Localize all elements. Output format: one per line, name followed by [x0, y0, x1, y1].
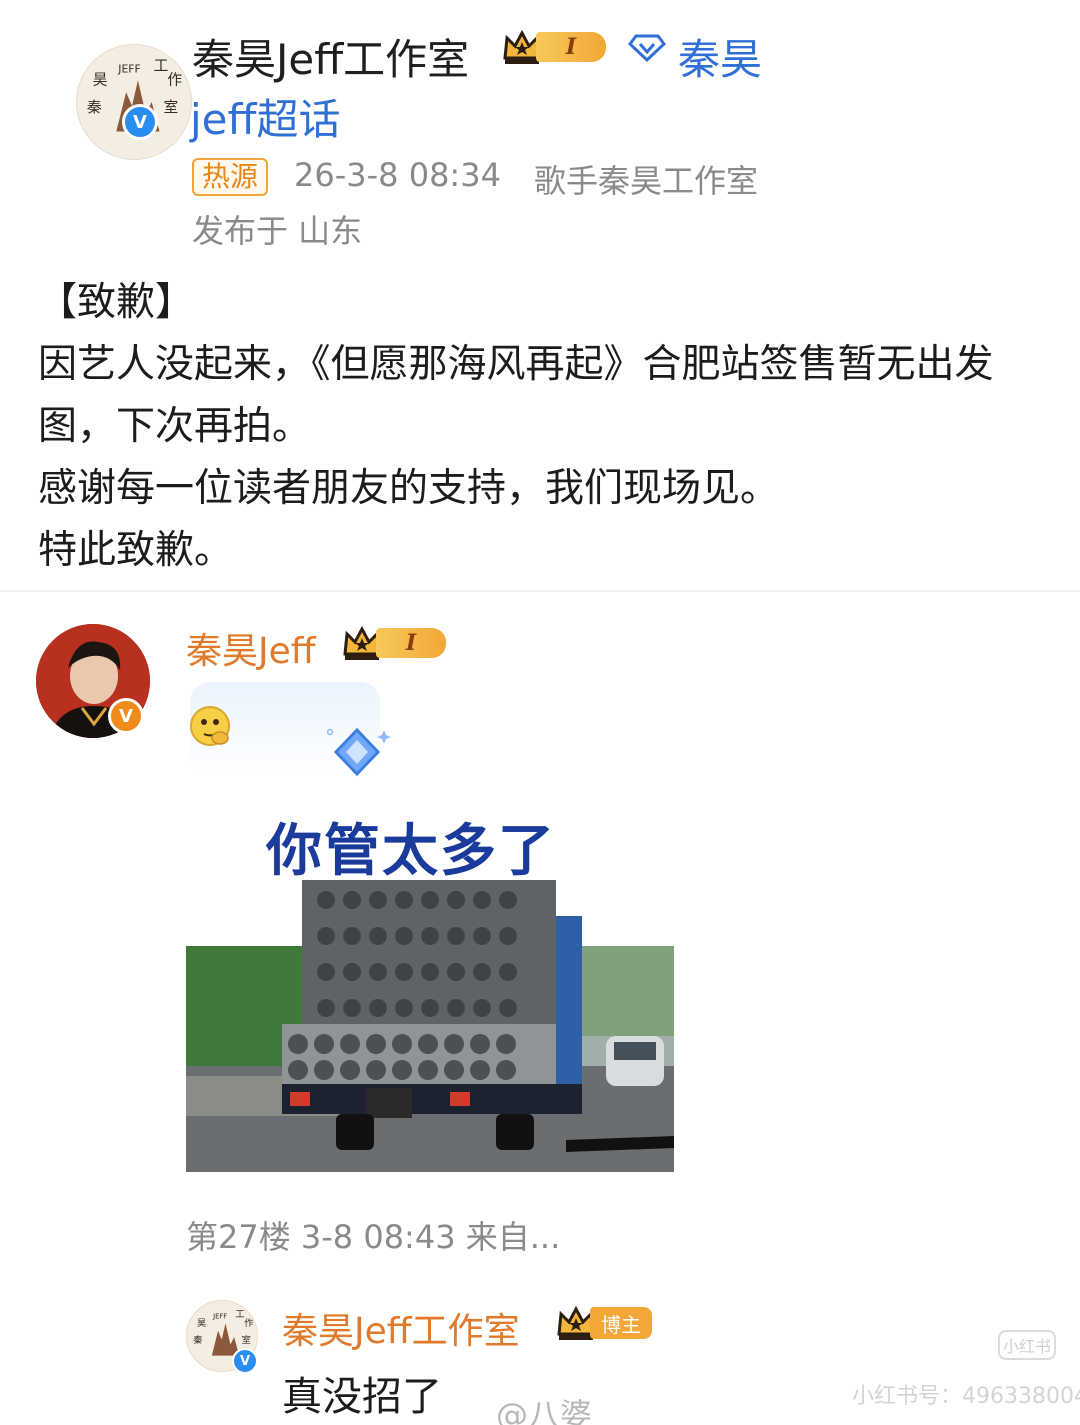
sparkle-gem-icon — [326, 727, 391, 777]
level-label: I — [536, 32, 606, 62]
logo-text-qin: 秦 — [87, 99, 102, 116]
logo-text-zuo: 作 — [167, 71, 182, 88]
meme-caption: 你管太多了 — [266, 819, 556, 884]
logo-text-shi: 室 — [242, 1334, 251, 1346]
comment-section: V 秦昊Jeff I 你管太多了 第27楼 3-8 08:43 来自... JE… — [0, 590, 1080, 1425]
post-source[interactable]: 歌手秦昊工作室 — [534, 156, 758, 202]
xhs-watermark-id: 小红书号：4963380041 — [852, 1384, 1080, 1409]
logo-text-hao: 昊 — [197, 1318, 206, 1329]
member-level-badge[interactable]: I — [502, 28, 606, 66]
studio-avatar[interactable]: JEFF 昊 工 作 秦 室 V — [38, 22, 192, 160]
post-body-line: 【致歉】 — [38, 280, 195, 325]
post-location: 发布于 山东 — [192, 212, 363, 250]
post-body-line: 因艺人没起来，《但愿那海风再起》合肥站签售暂无出发图，下次再拍。 — [38, 342, 994, 449]
post-body: 【致歉】 因艺人没起来，《但愿那海风再起》合肥站签售暂无出发图，下次再拍。 感谢… — [38, 272, 1048, 582]
logo-text-gong: 工 — [154, 58, 169, 75]
logo-text-shi: 室 — [163, 99, 178, 116]
meme-image[interactable]: 你管太多了 — [186, 796, 674, 1172]
weibo-post: JEFF 昊 工 作 秦 室 V 秦昊Jeff工作室 I 秦昊 jeff超话 热… — [0, 0, 1080, 585]
verified-blue-icon: V — [232, 1348, 258, 1374]
reply-level-badge[interactable]: I — [342, 624, 446, 662]
logo-text-jeff: JEFF — [117, 63, 140, 76]
logo-text-gong: 工 — [235, 1309, 244, 1320]
hot-source-tag: 热源 — [192, 158, 269, 196]
blogger-badge: 博主 — [556, 1304, 652, 1342]
xhs-watermark-badge: 小红书 — [998, 1330, 1056, 1360]
screenshot-page: JEFF 昊 工 作 秦 室 V 秦昊Jeff工作室 I 秦昊 jeff超话 热… — [0, 0, 1080, 1425]
nested-reply-author[interactable]: 秦昊Jeff工作室 — [282, 1302, 520, 1354]
post-body-line: 特此致歉。 — [38, 528, 234, 573]
thinking-emoji-icon — [190, 706, 230, 746]
logo-text-zuo: 作 — [244, 1317, 253, 1329]
reply-author-name[interactable]: 秦昊Jeff — [186, 622, 316, 674]
weibo-watermark: @八婆 — [496, 1396, 593, 1425]
nested-reply-text: 真没招了 — [282, 1374, 442, 1420]
verified-blue-icon: V — [122, 104, 158, 140]
verified-orange-icon: V — [108, 698, 144, 734]
nested-studio-avatar[interactable]: JEFF 昊 工 作 秦 室 V — [186, 1300, 262, 1376]
blogger-label: 博主 — [590, 1307, 652, 1339]
post-body-line: 感谢每一位读者朋友的支持，我们现场见。 — [38, 466, 780, 511]
super-topic-link-jeff[interactable]: jeff超话 — [190, 86, 340, 147]
studio-logo: JEFF 昊 工 作 秦 室 — [76, 44, 192, 160]
post-time: 26-3-8 08:34 — [294, 156, 501, 194]
level-label: I — [376, 628, 446, 658]
reply-floor-meta: 第27楼 3-8 08:43 来自... — [186, 1218, 561, 1256]
logo-text-hao: 昊 — [93, 71, 108, 88]
logo-text-qin: 秦 — [193, 1334, 203, 1346]
super-topic-diamond-icon — [628, 34, 666, 63]
logo-text-jeff: JEFF — [212, 1312, 227, 1320]
super-topic-link-qinhao[interactable]: 秦昊 — [678, 26, 762, 87]
post-author-name[interactable]: 秦昊Jeff工作室 — [192, 26, 469, 87]
